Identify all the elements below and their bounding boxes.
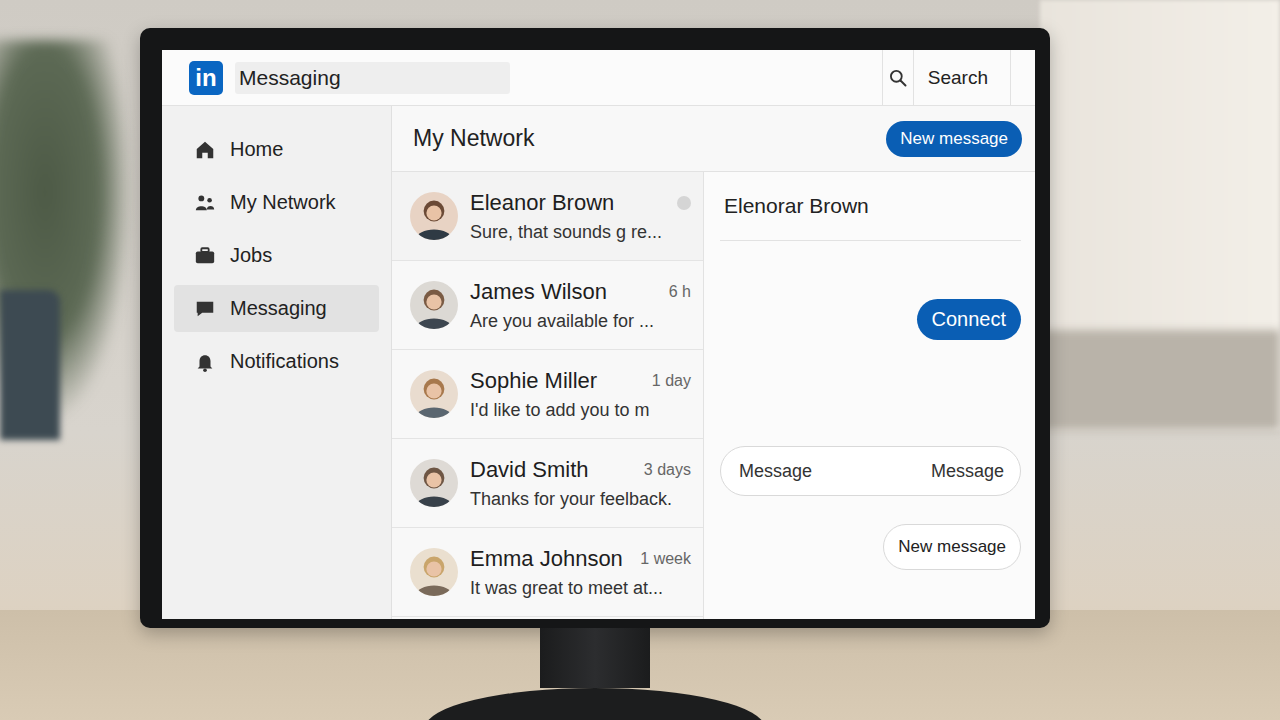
sill-background xyxy=(1040,330,1280,430)
contact-name: Eleanor Brown xyxy=(470,190,614,216)
content: Home My Network Jobs Messaging Notifications… xyxy=(162,106,1035,619)
avatar-photo xyxy=(410,281,458,329)
message-time: 3 days xyxy=(644,461,691,479)
person-icon xyxy=(410,370,458,418)
message-preview: Sure, that sounds g re... xyxy=(470,222,691,243)
conversation-header: Sophie Miller 1 day xyxy=(470,368,691,394)
message-time: 1 week xyxy=(640,550,691,568)
conversation-text: Sophie Miller 1 day I'd like to add you to… xyxy=(470,368,691,421)
search-button[interactable]: Search xyxy=(913,50,1011,105)
conversation-text: Emma Johnson 1 week It was great to meet a… xyxy=(470,546,691,599)
monitor-base xyxy=(425,688,765,720)
sidebar-item[interactable]: Jobs xyxy=(174,232,379,279)
search-icon xyxy=(888,68,908,88)
contact-name: James Wilson xyxy=(470,279,607,305)
conversation-text: David Smith 3 days Thanks for your feelbac… xyxy=(470,457,691,510)
person-icon xyxy=(410,548,458,596)
sidebar-item[interactable]: Home xyxy=(174,126,379,173)
section-title: My Network xyxy=(413,125,534,152)
conversation-row[interactable]: Sophie Miller 1 day I'd like to add you to… xyxy=(392,350,703,439)
send-message-button[interactable]: Message xyxy=(931,461,1004,482)
avatar-photo xyxy=(410,192,458,240)
message-field: Message xyxy=(720,446,1021,496)
message-preview: It was great to meet at... xyxy=(470,578,691,599)
pot-background xyxy=(0,290,60,440)
sidebar-item[interactable]: My Network xyxy=(174,179,379,226)
message-input[interactable] xyxy=(737,460,923,483)
person-icon xyxy=(410,281,458,329)
new-message-row: New message xyxy=(720,524,1021,570)
connect-row: Connect xyxy=(720,299,1021,340)
conversation-text: Eleanor Brown Sure, that sounds g re... xyxy=(470,190,691,243)
sidebar-item[interactable]: Notifications xyxy=(174,338,379,385)
connect-button[interactable]: Connect xyxy=(917,299,1022,340)
chat-icon xyxy=(194,298,216,320)
sidebar-label: Home xyxy=(230,138,283,161)
briefcase-icon xyxy=(194,245,216,267)
monitor-stand xyxy=(540,628,650,688)
page-title: Messaging xyxy=(239,66,341,90)
new-message-button[interactable]: New message xyxy=(883,524,1021,570)
monitor: in Messaging Search Home My Network Jobs Messa… xyxy=(140,28,1050,628)
conversation-row[interactable]: Emma Johnson 1 week It was great to meet a… xyxy=(392,528,703,617)
person-icon xyxy=(410,192,458,240)
main-area: My Network New message Eleanor Brown Sure, … xyxy=(392,106,1035,619)
sidebar-label: My Network xyxy=(230,191,336,214)
message-preview: I'd like to add you to m xyxy=(470,400,691,421)
new-message-button[interactable]: New message xyxy=(886,121,1022,157)
conversation-row[interactable]: James Wilson 6 h Are you available for ... xyxy=(392,261,703,350)
sidebar-label: Messaging xyxy=(230,297,327,320)
people-icon xyxy=(194,192,216,214)
avatar-photo xyxy=(410,548,458,596)
conversation-header: James Wilson 6 h xyxy=(470,279,691,305)
message-preview: Thanks for your feelback. xyxy=(470,489,691,510)
contact-name: Sophie Miller xyxy=(470,368,597,394)
conversation-row[interactable]: Eleanor Brown Sure, that sounds g re... xyxy=(392,172,703,261)
conversation-header: Eleanor Brown xyxy=(470,190,691,216)
home-icon xyxy=(194,139,216,161)
person-icon xyxy=(410,459,458,507)
main-header: My Network New message xyxy=(392,106,1035,172)
conversation-text: James Wilson 6 h Are you available for ... xyxy=(470,279,691,332)
sidebar-label: Notifications xyxy=(230,350,339,373)
contact-name: David Smith xyxy=(470,457,589,483)
panes: Eleanor Brown Sure, that sounds g re... Ja… xyxy=(392,172,1035,619)
message-preview: Are you available for ... xyxy=(470,311,691,332)
conversation-name: Elenorar Brown xyxy=(720,172,1021,241)
contact-name: Emma Johnson xyxy=(470,546,623,572)
sidebar: Home My Network Jobs Messaging Notifications xyxy=(162,106,392,619)
sidebar-item[interactable]: Messaging xyxy=(174,285,379,332)
message-time: 1 day xyxy=(652,372,691,390)
sidebar-label: Jobs xyxy=(230,244,272,267)
top-bar: in Messaging Search xyxy=(162,50,1035,106)
linkedin-logo[interactable]: in xyxy=(189,61,223,95)
search-icon-button[interactable] xyxy=(882,50,913,105)
unread-dot xyxy=(677,196,691,210)
avatar-photo xyxy=(410,370,458,418)
conversation-row[interactable]: David Smith 3 days Thanks for your feelbac… xyxy=(392,439,703,528)
screen: in Messaging Search Home My Network Jobs Messa… xyxy=(162,50,1035,619)
bell-icon xyxy=(194,351,216,373)
message-time: 6 h xyxy=(669,283,691,301)
conversation-detail: Elenorar Brown Connect Message New message xyxy=(704,172,1035,619)
conversation-header: David Smith 3 days xyxy=(470,457,691,483)
title-field: Messaging xyxy=(235,62,510,94)
avatar-photo xyxy=(410,459,458,507)
conversation-list: Eleanor Brown Sure, that sounds g re... Ja… xyxy=(392,172,704,619)
monitor-stage: in Messaging Search Home My Network Jobs Messa… xyxy=(0,0,1050,720)
conversation-header: Emma Johnson 1 week xyxy=(470,546,691,572)
